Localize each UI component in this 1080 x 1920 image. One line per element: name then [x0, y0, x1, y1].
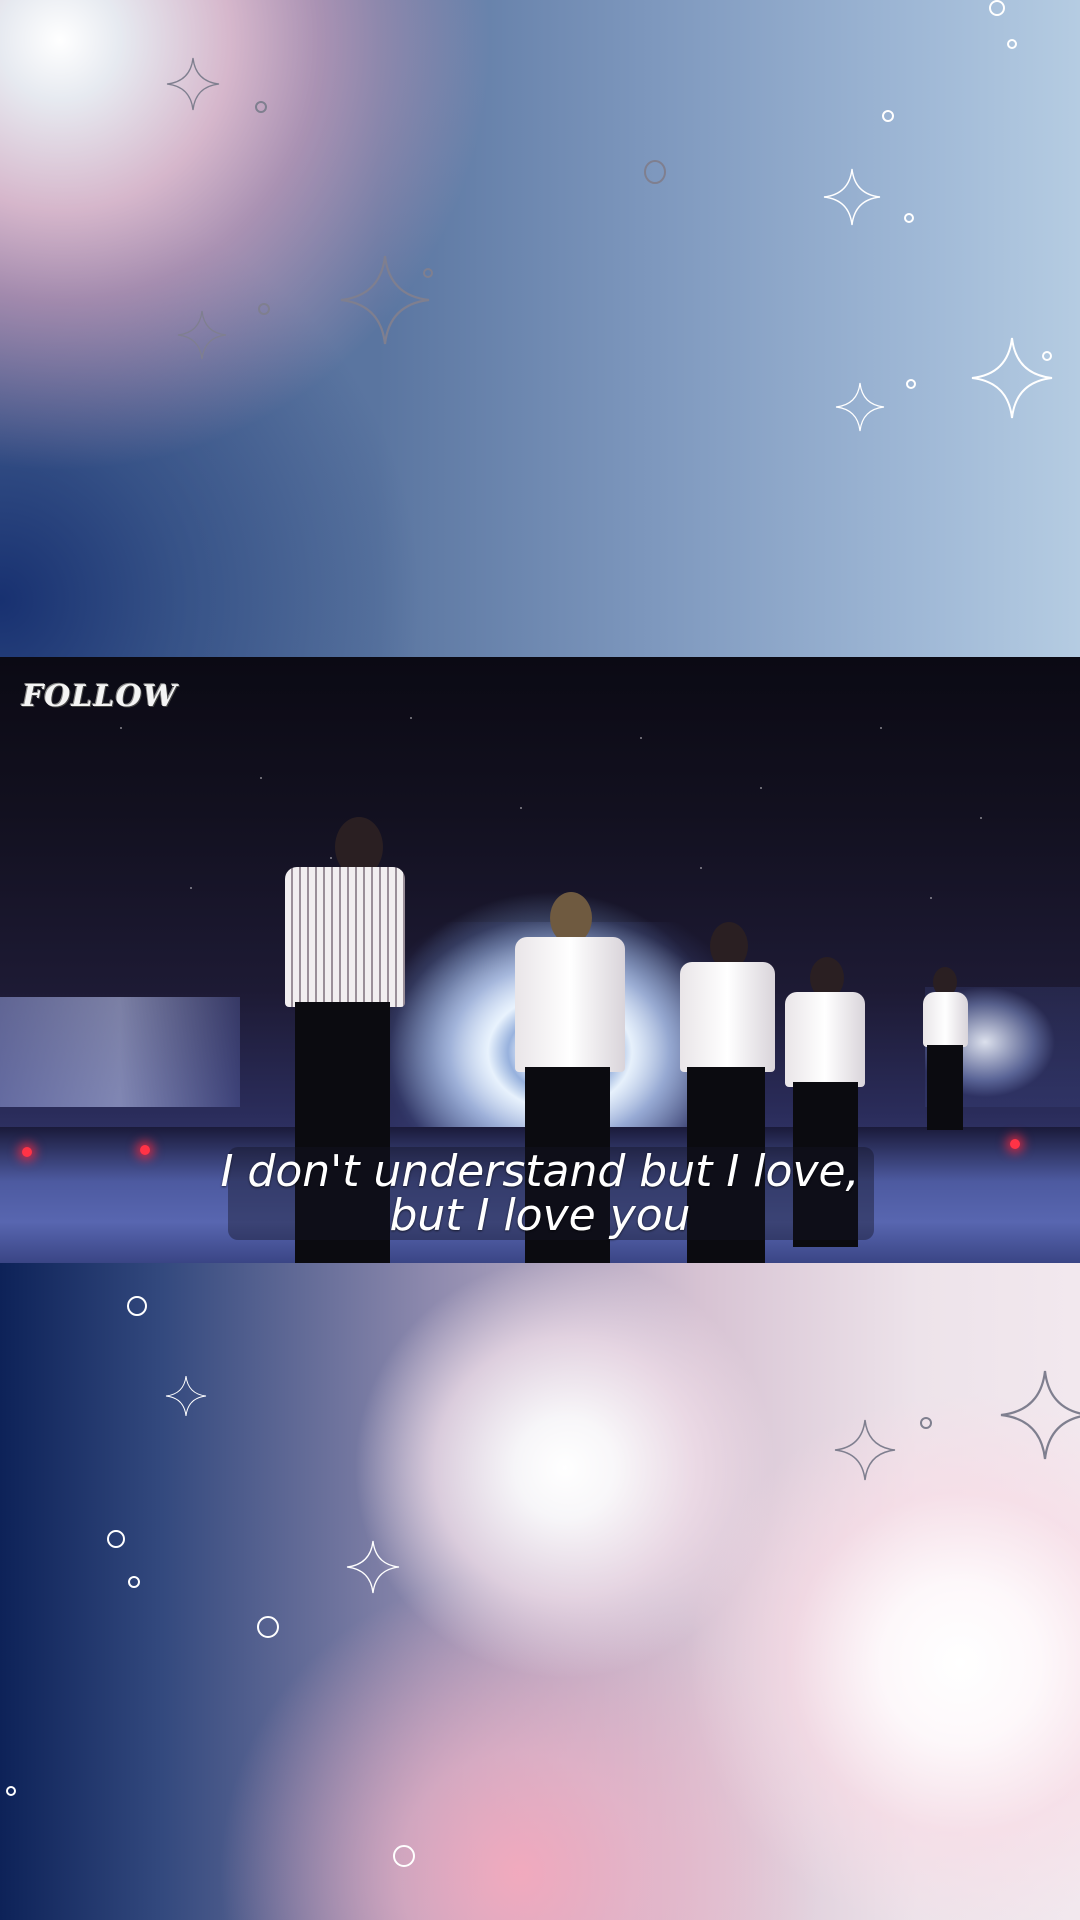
stage-light	[1010, 1139, 1020, 1149]
top-gradient-background	[0, 0, 1080, 657]
caption-line-2: but I love you	[389, 1190, 691, 1241]
bottom-gradient-background	[0, 1263, 1080, 1920]
channel-logo: FOLLOW	[22, 679, 178, 714]
caption-line-1: I don't understand but I love,	[220, 1146, 860, 1197]
video-player[interactable]: FOLLOW I don't understand but I love, bu…	[0, 657, 1080, 1263]
side-led-screen-left	[0, 997, 240, 1107]
